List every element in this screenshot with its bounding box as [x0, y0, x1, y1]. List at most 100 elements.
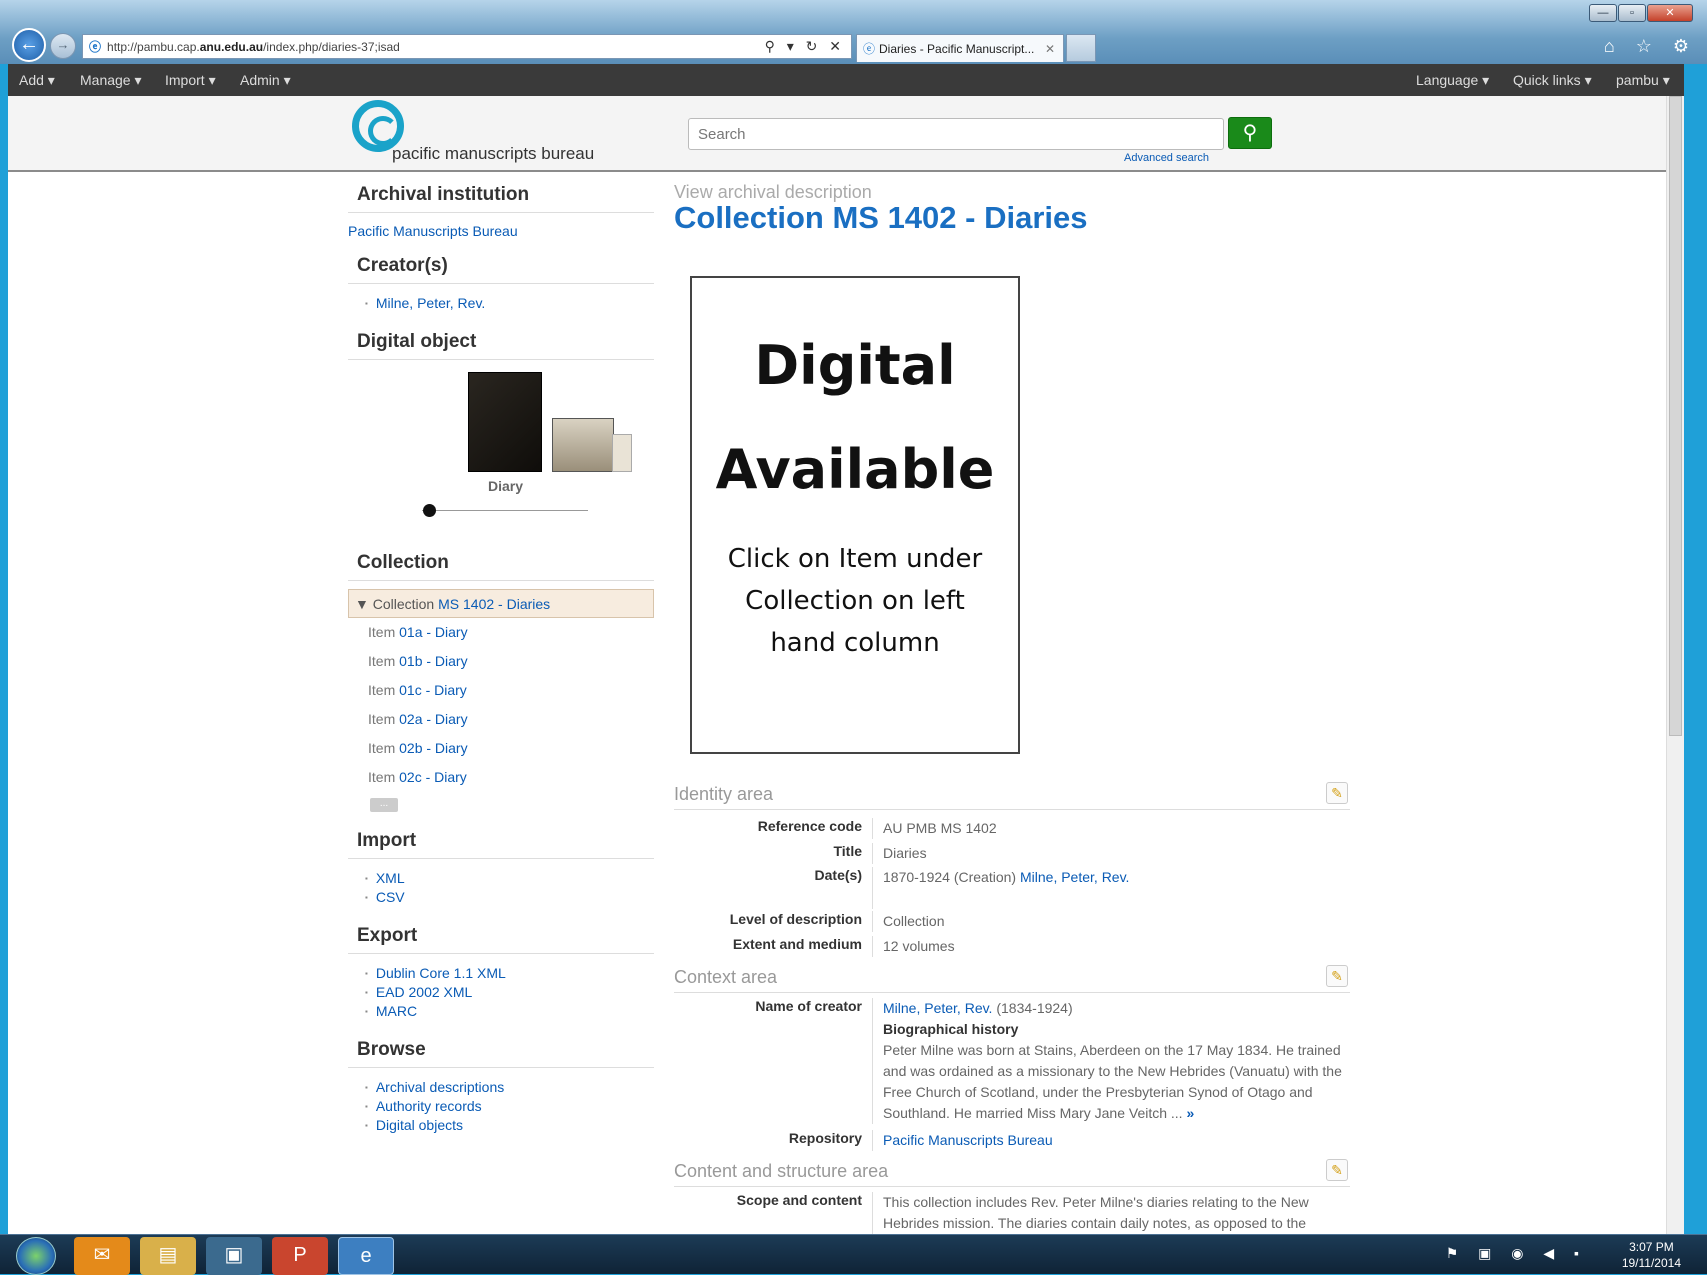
identity-area-header: Identity area ✎: [674, 782, 1350, 810]
browse-digital-link[interactable]: Digital objects: [376, 1117, 463, 1133]
field-label: Repository: [788, 1130, 862, 1146]
import-xml-link[interactable]: XML: [376, 870, 405, 886]
collection-heading: Collection: [348, 540, 654, 581]
app-taskbar-icon[interactable]: ▣: [206, 1237, 262, 1275]
browse-authority-link[interactable]: Authority records: [376, 1098, 482, 1114]
tree-item-link[interactable]: 01c - Diary: [399, 682, 467, 698]
menu-import[interactable]: Import ▾: [165, 72, 216, 89]
tree-item-prefix: Item: [368, 682, 400, 698]
tree-item[interactable]: Item 02a - Diary: [348, 705, 654, 734]
bio-more-link[interactable]: »: [1186, 1105, 1194, 1121]
tree-item[interactable]: Item 02c - Diary: [348, 763, 654, 792]
edit-pencil-icon[interactable]: ✎: [1326, 965, 1348, 987]
address-controls[interactable]: ⚲ ▾ ↻ ✕: [765, 38, 851, 55]
field-reference-code: Reference code AU PMB MS 1402: [674, 818, 1350, 839]
tree-item[interactable]: Item 01a - Diary: [348, 618, 654, 647]
collection-tree: ▼ Collection MS 1402 - Diaries Item 01a …: [348, 581, 654, 812]
sidebar: Archival institution Pacific Manuscripts…: [348, 172, 654, 1141]
diary-cover-thumbnail[interactable]: [468, 372, 542, 472]
tree-item-prefix: Item: [368, 711, 400, 727]
tab-title: Diaries - Pacific Manuscript...: [879, 41, 1035, 56]
back-button[interactable]: ←: [12, 28, 46, 62]
field-label: Scope and content: [736, 1192, 862, 1208]
close-window-button[interactable]: ✕: [1647, 4, 1693, 22]
tree-item[interactable]: Item 02b - Diary: [348, 734, 654, 763]
page-content: pacific manuscripts bureau Search ⚲ Adva…: [8, 96, 1684, 1234]
digital-object-placeholder[interactable]: Digital Available Click on Item under Co…: [690, 276, 1020, 754]
digital-object-carousel: Diary: [348, 360, 654, 540]
minimize-button[interactable]: —: [1589, 4, 1617, 22]
dates-creator-link[interactable]: Milne, Peter, Rev.: [1020, 869, 1129, 885]
search-button[interactable]: ⚲: [1228, 117, 1272, 149]
tree-item-link[interactable]: 02b - Diary: [399, 740, 467, 756]
browse-archival-link[interactable]: Archival descriptions: [376, 1079, 504, 1095]
import-item: CSV: [365, 888, 654, 907]
field-value: 1870-1924 (Creation) Milne, Peter, Rev.: [872, 867, 1350, 909]
powerpoint-taskbar-icon[interactable]: P: [272, 1237, 328, 1275]
export-dc-link[interactable]: Dublin Core 1.1 XML: [376, 965, 506, 981]
tab-close-icon[interactable]: ✕: [1045, 42, 1063, 56]
field-value: This collection includes Rev. Peter Miln…: [872, 1192, 1350, 1234]
import-item: XML: [365, 869, 654, 888]
menu-language[interactable]: Language ▾: [1416, 72, 1489, 89]
scrollbar-thumb[interactable]: [1669, 96, 1682, 736]
window-controls: — ▫ ✕: [1588, 4, 1693, 22]
bio-heading: Biographical history: [883, 1021, 1019, 1037]
carousel-slider-track[interactable]: [422, 510, 588, 511]
export-item: MARC: [365, 1002, 654, 1021]
search-icon: ⚲: [1242, 122, 1258, 144]
system-tray-icons[interactable]: ⚑ ▣ ◉ ◀ ▪: [1446, 1245, 1587, 1262]
ie-taskbar-icon[interactable]: e: [338, 1237, 394, 1275]
field-label: Name of creator: [755, 998, 862, 1014]
repository-link[interactable]: Pacific Manuscripts Bureau: [883, 1132, 1053, 1148]
tree-root-collection[interactable]: ▼ Collection MS 1402 - Diaries: [348, 589, 654, 618]
clock-time: 3:07 PM: [1629, 1240, 1674, 1254]
tree-item-prefix: Item: [368, 740, 400, 756]
start-button[interactable]: [16, 1237, 56, 1275]
tree-item[interactable]: Item 01c - Diary: [348, 676, 654, 705]
export-marc-link[interactable]: MARC: [376, 1003, 417, 1019]
tree-item-link[interactable]: 02a - Diary: [399, 711, 467, 727]
creator-name-link[interactable]: Milne, Peter, Rev.: [883, 1000, 992, 1016]
creator-link[interactable]: Milne, Peter, Rev.: [376, 295, 485, 311]
browser-tab-active[interactable]: ⓔ Diaries - Pacific Manuscript... ✕: [856, 34, 1064, 62]
menu-admin[interactable]: Admin ▾: [240, 72, 291, 89]
import-csv-link[interactable]: CSV: [376, 889, 405, 905]
tree-item-link[interactable]: 01b - Diary: [399, 653, 467, 669]
tree-item-link[interactable]: 02c - Diary: [399, 769, 467, 785]
tree-item-link[interactable]: 01a - Diary: [399, 624, 467, 640]
field-value: Milne, Peter, Rev. (1834-1924) Biographi…: [872, 998, 1350, 1124]
diary-page-thumbnail[interactable]: [552, 418, 614, 472]
advanced-search-link[interactable]: Advanced search: [1124, 152, 1209, 164]
logo-text[interactable]: pacific manuscripts bureau: [392, 144, 594, 164]
diary-page-thumbnail-2[interactable]: [612, 434, 632, 472]
menu-manage[interactable]: Manage ▾: [80, 72, 142, 89]
page-scrollbar[interactable]: [1666, 96, 1684, 1234]
app-nav-bar: Add ▾ Manage ▾ Import ▾ Admin ▾ Language…: [8, 64, 1684, 96]
tree-root-link[interactable]: MS 1402 - Diaries: [438, 596, 550, 612]
content-area-heading: Content and structure area: [674, 1161, 889, 1181]
forward-button[interactable]: →: [50, 33, 76, 59]
tree-item[interactable]: Item 01b - Diary: [348, 647, 654, 676]
tree-more-button[interactable]: ...: [370, 798, 398, 812]
edit-pencil-icon[interactable]: ✎: [1326, 782, 1348, 804]
menu-user[interactable]: pambu ▾: [1616, 72, 1670, 89]
maximize-button[interactable]: ▫: [1618, 4, 1646, 22]
menu-add[interactable]: Add ▾: [19, 72, 55, 89]
menu-quick-links[interactable]: Quick links ▾: [1513, 72, 1592, 89]
archival-institution-link[interactable]: Pacific Manuscripts Bureau: [348, 223, 518, 239]
carousel-slider-handle[interactable]: [423, 504, 436, 517]
url-path: /index.php/diaries-37;isad: [263, 39, 400, 54]
new-tab-button[interactable]: [1066, 34, 1096, 62]
field-label: Title: [833, 843, 862, 859]
export-ead-link[interactable]: EAD 2002 XML: [376, 984, 473, 1000]
field-label: Extent and medium: [732, 936, 862, 952]
outlook-taskbar-icon[interactable]: ✉: [74, 1237, 130, 1275]
edit-pencil-icon[interactable]: ✎: [1326, 1159, 1348, 1181]
address-bar[interactable]: ⓔ http://pambu.cap. anu.edu.au/index.php/…: [82, 34, 852, 59]
field-value: Collection: [872, 911, 1350, 932]
browser-toolbar-icons[interactable]: ⌂ ☆ ⚙: [1604, 36, 1697, 57]
taskbar-clock[interactable]: 3:07 PM 19/11/2014: [1622, 1239, 1681, 1271]
search-input[interactable]: Search: [688, 118, 1224, 150]
explorer-taskbar-icon[interactable]: ▤: [140, 1237, 196, 1275]
